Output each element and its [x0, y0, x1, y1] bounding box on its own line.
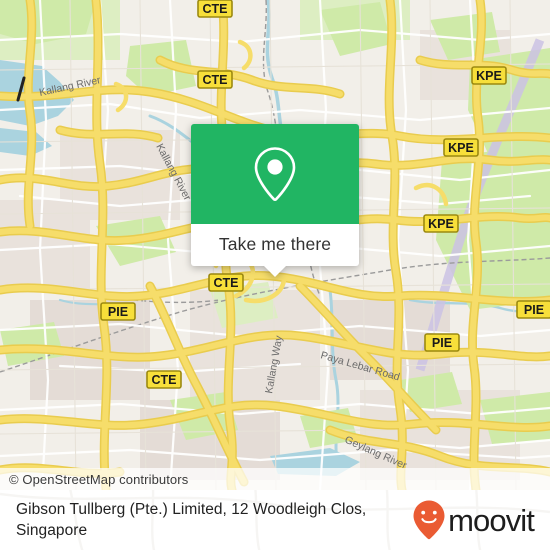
take-me-there-button[interactable]: Take me there: [191, 224, 359, 277]
map-canvas[interactable]: .rd { stroke:#f6dd6a; stroke-linecap:rou…: [0, 0, 550, 490]
moovit-wordmark: moovit: [448, 502, 535, 538]
map-pin-icon: [254, 147, 296, 202]
moovit-pin-icon: [413, 500, 445, 540]
svg-text:KPE: KPE: [448, 141, 474, 155]
osm-attribution: © OpenStreetMap contributors: [0, 468, 550, 490]
shield-kpe-2: KPE: [443, 138, 479, 157]
svg-text:PIE: PIE: [432, 336, 452, 350]
shield-cte-3: CTE: [208, 273, 244, 292]
svg-text:PIE: PIE: [108, 305, 128, 319]
shield-cte-2: CTE: [197, 70, 233, 89]
svg-text:KPE: KPE: [476, 69, 502, 83]
location-callout-card[interactable]: Take me there: [191, 124, 359, 277]
svg-text:CTE: CTE: [203, 73, 228, 87]
callout-icon-panel: [191, 124, 359, 224]
shield-kpe-3: KPE: [423, 214, 459, 233]
shield-kpe-1: KPE: [471, 66, 507, 85]
shield-cte-1: CTE: [197, 0, 233, 18]
shield-pie-3: PIE: [516, 300, 550, 319]
shield-cte-4: CTE: [146, 370, 182, 389]
callout-pointer-tail: [264, 266, 286, 277]
shield-pie-2: PIE: [424, 333, 460, 352]
svg-text:CTE: CTE: [152, 373, 177, 387]
footer-bar: Gibson Tullberg (Pte.) Limited, 12 Woodl…: [0, 490, 550, 550]
svg-text:CTE: CTE: [214, 276, 239, 290]
take-me-there-label: Take me there: [218, 234, 332, 255]
svg-text:KPE: KPE: [428, 217, 454, 231]
moovit-brand[interactable]: moovit: [412, 499, 536, 541]
svg-text:CTE: CTE: [203, 2, 228, 16]
shield-pie-1: PIE: [100, 302, 136, 321]
map-screenshot-root: .rd { stroke:#f6dd6a; stroke-linecap:rou…: [0, 0, 550, 550]
place-title: Gibson Tullberg (Pte.) Limited, 12 Woodl…: [16, 500, 367, 539]
svg-text:PIE: PIE: [524, 303, 544, 317]
osm-attribution-text: © OpenStreetMap contributors: [9, 471, 189, 487]
